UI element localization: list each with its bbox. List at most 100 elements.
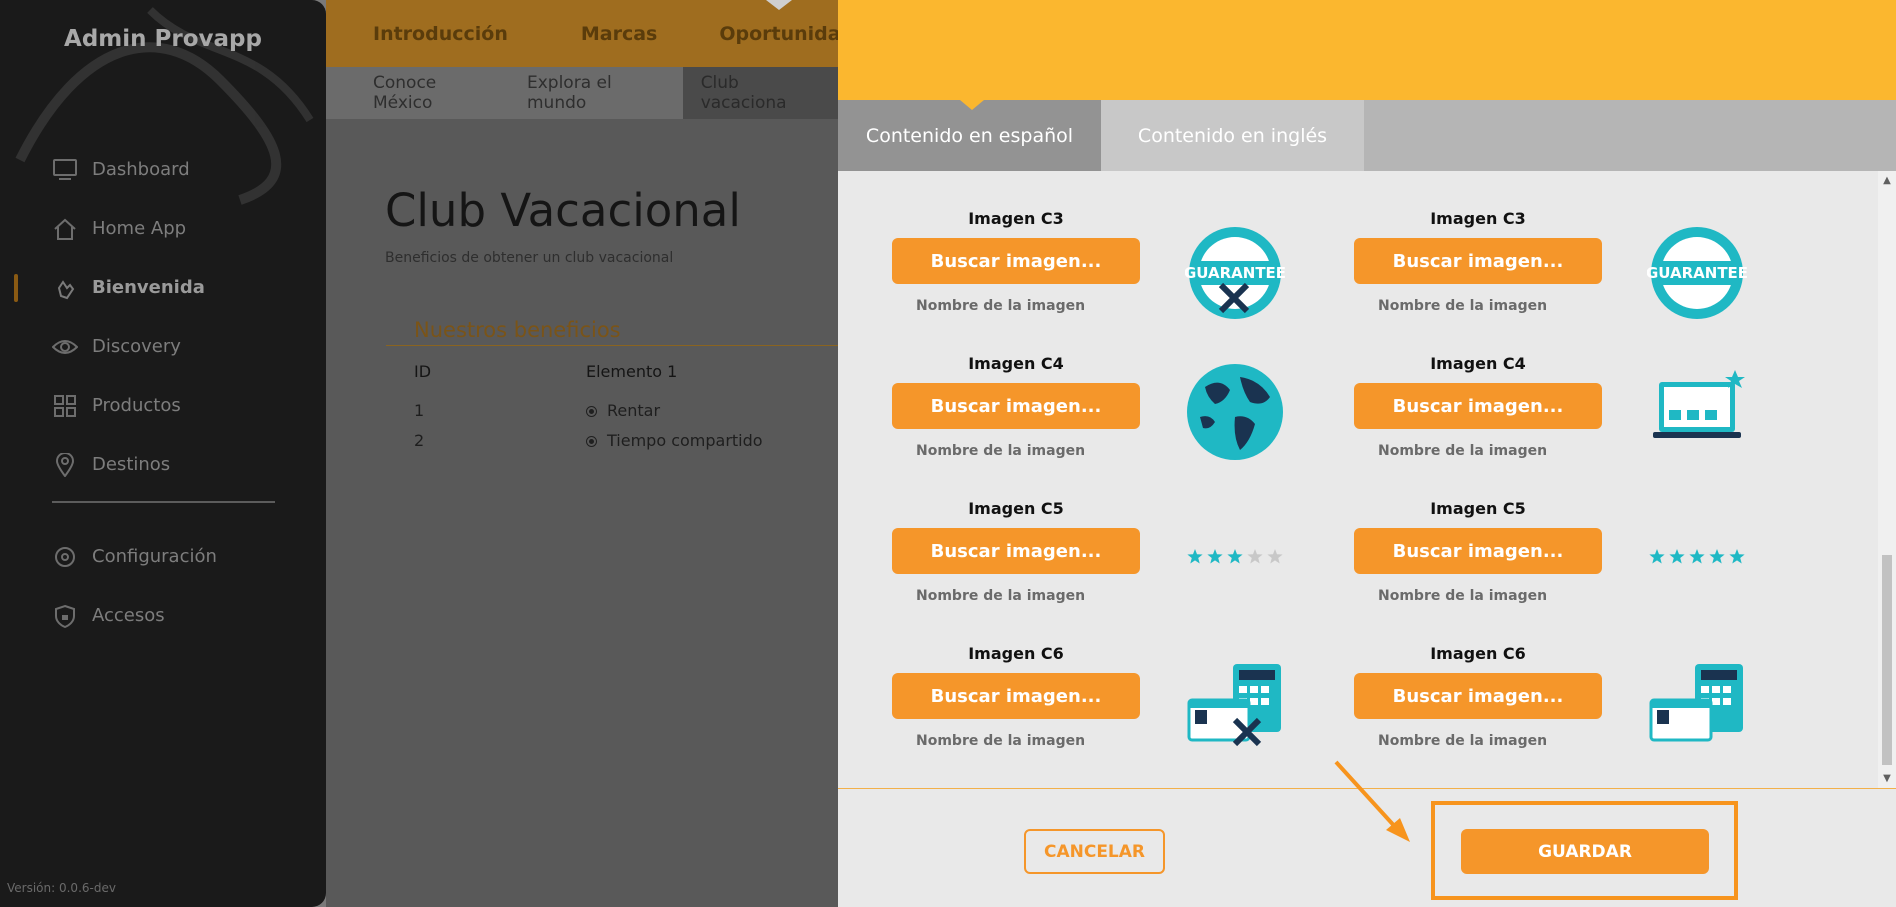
language-tabs: Contenido en español Contenido en inglés [838,100,1896,171]
image-filename: Nombre de la imagen [1378,298,1548,314]
cancel-button[interactable]: CANCELAR [1024,829,1165,874]
image-upload-c4-en: Imagen C4 Buscar imagen... Nombre de la … [1354,354,1602,459]
buscar-imagen-button[interactable]: Buscar imagen... [1354,528,1602,574]
buscar-imagen-button[interactable]: Buscar imagen... [892,383,1140,429]
sidebar-divider [52,501,275,503]
sidebar-item-label: Discovery [92,336,181,357]
main-content: Introducción Marcas Oportunidade Conoce … [326,0,867,907]
image-upload-c6-es: Imagen C6 Buscar imagen... Nombre de la … [892,644,1140,749]
monitor-icon [52,157,78,183]
scrollbar-thumb[interactable] [1882,555,1892,765]
table-cell-value: Rentar [607,401,661,420]
image-filename: Nombre de la imagen [916,298,1086,314]
modal-scroll-content: Imagen C3 Buscar imagen... Nombre de la … [838,171,1878,788]
wave-hand-icon [52,275,78,301]
buscar-imagen-button[interactable]: Buscar imagen... [1354,238,1602,284]
image-upload-c4-es: Imagen C4 Buscar imagen... Nombre de la … [892,354,1140,459]
topnav-marcas[interactable]: Marcas [581,23,658,45]
svg-text:GUARANTEE: GUARANTEE [1185,264,1285,282]
calculator-card-icon [1649,664,1743,742]
sidebar-item-home-app[interactable]: Home App [0,199,326,258]
buscar-imagen-button[interactable]: Buscar imagen... [892,238,1140,284]
star-icon [1729,549,1745,564]
sidebar-item-label: Home App [92,218,187,239]
version-label: Versión: 0.0.6-dev [7,881,116,895]
radio-icon [586,436,597,447]
buscar-imagen-button[interactable]: Buscar imagen... [1354,383,1602,429]
image-upload-c6-en: Imagen C6 Buscar imagen... Nombre de la … [1354,644,1602,749]
subnav-club-vacacional[interactable]: Club vacaciona [682,67,838,119]
page-subtitle: Beneficios de obtener un club vacacional [385,250,674,266]
scroll-up-arrow-icon[interactable]: ▲ [1878,175,1896,186]
radio-icon [586,406,597,417]
subnav-conoce-mexico[interactable]: Conoce México [326,67,509,119]
tab-contenido-ingles[interactable]: Contenido en inglés [1101,100,1364,171]
modal-header [838,0,1896,100]
home-icon [52,216,78,242]
guarantee-badge-crossed-icon: GUARANTEE [1185,227,1285,319]
sidebar-item-accesos[interactable]: Accesos [0,586,326,645]
sidebar-item-bienvenida[interactable]: Bienvenida [0,258,326,317]
subnav-explora-el-mundo[interactable]: Explora el mundo [509,67,683,119]
active-tab-caret-icon [766,0,792,10]
buscar-imagen-button[interactable]: Buscar imagen... [892,528,1140,574]
sub-nav: Conoce México Explora el mundo Club vaca… [326,67,838,119]
save-button[interactable]: GUARDAR [1461,829,1709,874]
image-label: Imagen C3 [968,209,1064,228]
image-filename: Nombre de la imagen [916,588,1086,604]
image-filename: Nombre de la imagen [1378,733,1548,749]
modal-scrollbar[interactable]: ▲ ▼ [1878,171,1896,788]
image-filename: Nombre de la imagen [916,733,1086,749]
table-cell-value: Tiempo compartido [607,431,763,450]
brand-title: Admin Provapp [64,26,262,52]
star-icon [1689,549,1705,564]
buscar-imagen-button[interactable]: Buscar imagen... [892,673,1140,719]
star-rating [1187,549,1283,564]
scroll-down-arrow-icon[interactable]: ▼ [1878,773,1896,784]
sidebar-item-configuracion[interactable]: Configuración [0,527,326,586]
sidebar-item-label: Dashboard [92,159,190,180]
sidebar-nav: Dashboard Home App Bienvenida Discovery … [0,140,326,494]
sidebar-item-label: Configuración [92,546,217,567]
star-rating [1649,549,1745,564]
image-filename: Nombre de la imagen [1378,588,1548,604]
svg-text:GUARANTEE: GUARANTEE [1647,264,1747,282]
sidebar-item-productos[interactable]: Productos [0,376,326,435]
image-label: Imagen C6 [1430,644,1526,663]
section-title: Nuestros beneficios [414,318,621,342]
laptop-icon [1653,370,1745,438]
table-cell-id: 1 [414,401,425,420]
table-header-id: ID [414,362,432,381]
sidebar-item-destinos[interactable]: Destinos [0,435,326,494]
sidebar-nav-secondary: Configuración Accesos [0,527,326,645]
star-icon [1207,549,1223,564]
table-row: Tiempo compartido [586,431,763,450]
star-icon [1247,549,1263,564]
star-icon [1709,549,1725,564]
edit-images-modal: Contenido en español Contenido en inglés… [838,0,1896,907]
sidebar-item-dashboard[interactable]: Dashboard [0,140,326,199]
calculator-card-crossed-icon [1187,664,1281,747]
image-upload-c5-es: Imagen C5 Buscar imagen... Nombre de la … [892,499,1140,604]
location-pin-icon [52,452,78,478]
guarantee-badge-icon: GUARANTEE [1647,227,1747,319]
sidebar-item-label: Bienvenida [92,277,205,298]
sidebar-item-label: Productos [92,395,181,416]
grid-icon [52,393,78,419]
globe-icon [1187,364,1283,460]
image-upload-c3-en: Imagen C3 Buscar imagen... Nombre de la … [1354,209,1602,314]
sidebar-item-discovery[interactable]: Discovery [0,317,326,376]
table-row: Rentar [586,401,660,420]
section-divider [386,345,838,346]
image-label: Imagen C5 [968,499,1064,518]
image-label: Imagen C6 [968,644,1064,663]
table-header-elemento-1: Elemento 1 [586,362,678,381]
shield-icon [52,603,78,629]
image-label: Imagen C4 [968,354,1064,373]
image-filename: Nombre de la imagen [916,443,1086,459]
image-filename: Nombre de la imagen [1378,443,1548,459]
buscar-imagen-button[interactable]: Buscar imagen... [1354,673,1602,719]
tab-contenido-espanol[interactable]: Contenido en español [838,100,1101,171]
topnav-introduccion[interactable]: Introducción [373,23,508,45]
page-title: Club Vacacional [385,184,741,237]
